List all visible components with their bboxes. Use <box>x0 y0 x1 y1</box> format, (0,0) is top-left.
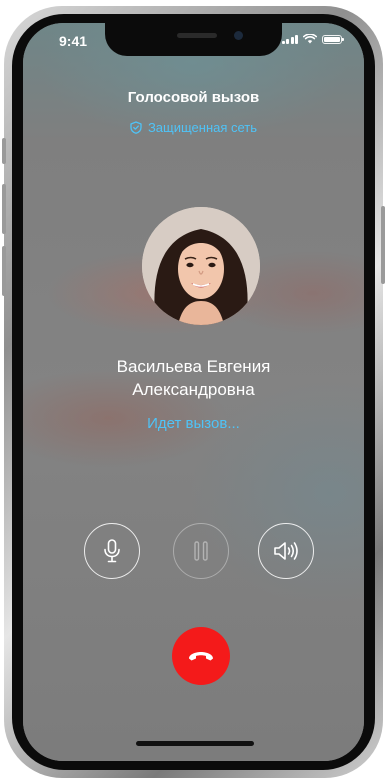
notch <box>105 23 282 56</box>
speaker-icon <box>274 542 298 560</box>
earpiece <box>177 33 217 38</box>
signal-icon <box>281 34 298 44</box>
status-time: 9:41 <box>59 33 88 49</box>
pause-icon <box>194 541 208 561</box>
avatar <box>142 207 260 325</box>
mute-button[interactable] <box>84 523 140 579</box>
contact-photo <box>142 207 260 325</box>
power-button <box>381 206 385 284</box>
call-status: Идет вызов... <box>147 415 240 432</box>
contact-name-line2: Александровна <box>132 380 255 399</box>
contact-name: Васильева Евгения Александровна <box>23 355 364 401</box>
shield-icon <box>130 121 142 134</box>
speaker-button[interactable] <box>258 523 314 579</box>
volume-up-button <box>2 184 6 234</box>
silent-switch <box>2 138 6 164</box>
secure-network: Защищенная сеть <box>23 120 364 135</box>
volume-down-button <box>2 246 6 296</box>
wifi-icon <box>303 34 317 44</box>
front-camera <box>234 31 243 40</box>
hold-button[interactable] <box>173 523 229 579</box>
hang-up-icon <box>189 652 213 661</box>
end-call-button[interactable] <box>172 627 230 685</box>
call-screen: 9:41 Голосовой вызов Защищенная сеть Вас… <box>23 23 364 761</box>
home-indicator[interactable] <box>136 741 254 746</box>
call-type-title: Голосовой вызов <box>127 89 260 106</box>
status-icons <box>281 34 344 44</box>
battery-icon <box>322 34 344 44</box>
secure-network-label: Защищенная сеть <box>147 120 258 135</box>
contact-name-line1: Васильева Евгения <box>116 357 271 376</box>
microphone-icon <box>104 539 120 563</box>
